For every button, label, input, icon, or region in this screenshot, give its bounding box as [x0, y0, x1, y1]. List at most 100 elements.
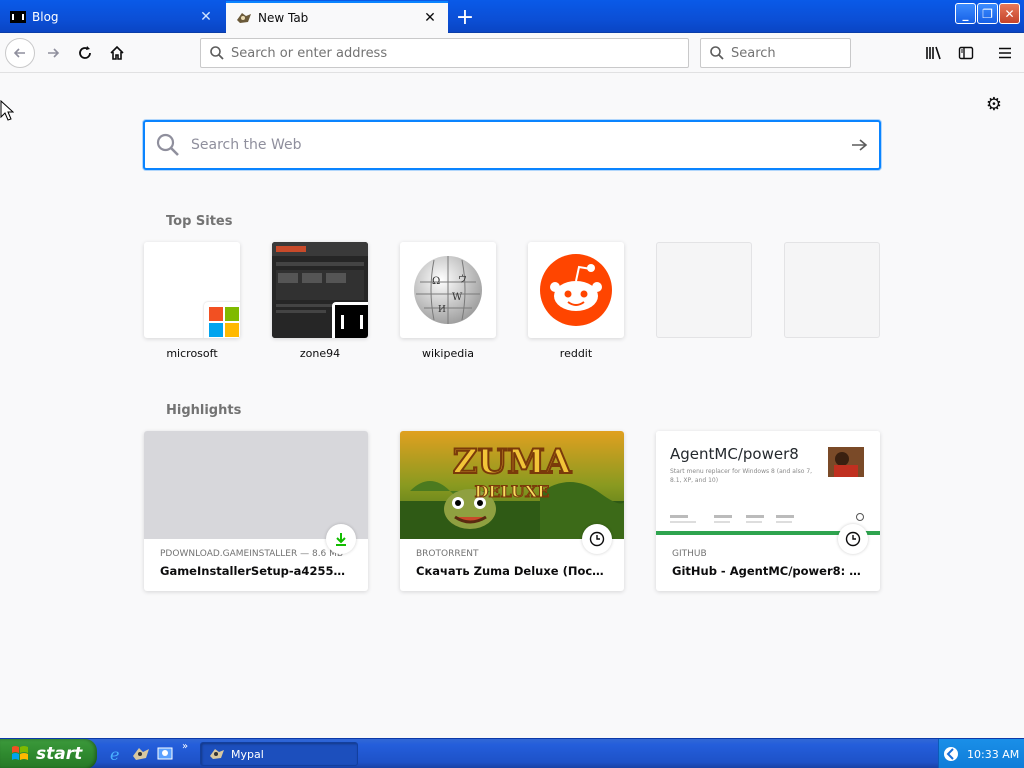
highlight-card-zuma[interactable]: ZUMA DELUXE BROTORRENT Скачать Zuma Delu… [400, 431, 624, 591]
forward-button[interactable] [38, 38, 68, 68]
reload-icon [79, 46, 91, 59]
search-input[interactable] [731, 45, 850, 61]
highlights-heading: Highlights [166, 403, 242, 418]
start-label: start [36, 744, 83, 764]
top-site-reddit[interactable]: reddit [528, 242, 624, 360]
settings-gear-icon[interactable]: ⚙ [984, 94, 1004, 115]
site-label: wikipedia [421, 347, 474, 360]
task-label: Mypal [231, 747, 264, 761]
web-search-input[interactable] [191, 137, 839, 153]
card-source: BROTORRENT [416, 549, 479, 559]
web-search-box[interactable] [143, 120, 881, 170]
taskbar: start e » Mypal 10:33 AM [0, 738, 1024, 768]
reload-button[interactable] [70, 38, 100, 68]
empty-site-tile [784, 242, 880, 338]
site-tile[interactable] [528, 242, 624, 338]
site-label: reddit [559, 347, 593, 360]
library-button[interactable] [919, 38, 949, 68]
top-site-zone94[interactable]: zone94 [272, 242, 368, 360]
tab-strip: Blog ✕ New Tab ✕ + _ ❐ ✕ [0, 0, 1024, 33]
card-thumbnail [144, 431, 368, 539]
top-site-wikipedia[interactable]: Ω W И ウ wikipedia [400, 242, 496, 360]
clock: 10:33 AM [967, 747, 1020, 761]
highlight-card-github[interactable]: AgentMC/power8 Start menu replacer for W… [656, 431, 880, 591]
library-icon [926, 46, 941, 60]
search-icon [210, 46, 224, 60]
card-title: GameInstallerSetup-a425585.exe [160, 564, 352, 578]
zuma-logo-subtitle: DELUXE [474, 482, 549, 501]
back-button[interactable] [5, 38, 35, 68]
repo-name: AgentMC/power8 [670, 445, 799, 463]
top-site-empty [656, 242, 752, 347]
zone94-logo-icon [332, 302, 368, 338]
clock-icon [838, 524, 868, 554]
top-site-microsoft[interactable]: microsoft [144, 242, 240, 360]
desktop-icon[interactable] [156, 745, 174, 763]
search-icon [156, 133, 179, 156]
highlight-card-download[interactable]: PDOWNLOAD.GAMEINSTALLER — 8.6 MB GameIns… [144, 431, 368, 591]
card-title: Скачать Zuma Deluxe (Последн... [416, 564, 608, 578]
quick-launch-overflow-icon[interactable]: » [182, 741, 188, 752]
tab-close-icon[interactable]: ✕ [422, 10, 438, 26]
back-arrow-icon [13, 48, 25, 58]
hamburger-menu-icon [999, 47, 1011, 59]
wikipedia-globe-icon: Ω W И ウ [414, 256, 482, 324]
forward-arrow-icon [48, 48, 60, 58]
svg-text:ウ: ウ [458, 274, 467, 285]
site-tile[interactable] [144, 242, 240, 338]
svg-text:И: И [438, 305, 446, 315]
mypal-launch-icon[interactable] [132, 745, 150, 763]
home-button[interactable] [102, 38, 132, 68]
start-button[interactable]: start [0, 739, 97, 768]
site-label: microsoft [166, 347, 218, 360]
mypal-task-icon [210, 749, 224, 759]
address-bar[interactable] [200, 38, 689, 68]
zuma-logo-title: ZUMA [453, 442, 572, 482]
tab-blog[interactable]: Blog ✕ [0, 1, 224, 33]
system-tray: 10:33 AM [938, 739, 1024, 768]
repo-description: Start menu replacer for Windows 8 (and a… [670, 468, 813, 484]
internet-explorer-icon[interactable]: e [108, 745, 126, 763]
github-thumbnail-image: AgentMC/power8 Start menu replacer for W… [656, 431, 880, 539]
taskbar-item-mypal[interactable]: Mypal [200, 742, 358, 766]
reddit-alien-icon [540, 254, 612, 326]
tray-app-icon[interactable] [943, 746, 959, 762]
search-bar[interactable] [700, 38, 851, 68]
repo-avatar [828, 447, 864, 477]
arrow-right-icon [852, 139, 868, 151]
card-title: GitHub - AgentMC/power8: Star... [672, 564, 864, 578]
empty-site-tile [656, 242, 752, 338]
download-icon [326, 524, 356, 554]
home-icon [110, 45, 124, 60]
sidebar-button[interactable] [951, 38, 981, 68]
site-tile[interactable] [272, 242, 368, 338]
search-submit-button[interactable] [839, 125, 879, 165]
quick-launch: e [108, 745, 174, 763]
clock-icon [582, 524, 612, 554]
windows-flag-icon [12, 746, 28, 760]
site-tile[interactable]: Ω W И ウ [400, 242, 496, 338]
menu-button[interactable] [990, 38, 1020, 68]
svg-text:Ω: Ω [432, 276, 440, 287]
mouse-cursor-icon [0, 100, 14, 121]
new-tab-button[interactable]: + [452, 4, 478, 30]
minimize-button[interactable]: _ [955, 3, 976, 24]
address-input[interactable] [231, 45, 688, 61]
site-label: zone94 [299, 347, 341, 360]
sidebar-icon [958, 46, 974, 60]
zuma-thumbnail-image: ZUMA DELUXE [400, 431, 624, 539]
svg-text:e: e [110, 745, 119, 763]
blog-favicon-icon [10, 10, 26, 24]
close-window-button[interactable]: ✕ [999, 3, 1020, 24]
search-icon [710, 46, 724, 60]
navigation-toolbar [0, 33, 1024, 73]
new-tab-page: ⚙ Top Sites microsoft [0, 74, 1024, 738]
tab-new-tab[interactable]: New Tab ✕ [226, 1, 448, 33]
top-sites-heading: Top Sites [166, 214, 233, 229]
maximize-button[interactable]: ❐ [977, 3, 998, 24]
card-source: PDOWNLOAD.GAMEINSTALLER — 8.6 MB [160, 549, 344, 559]
svg-text:W: W [452, 292, 463, 303]
tab-close-icon[interactable]: ✕ [198, 9, 214, 25]
card-source: GITHUB [672, 549, 707, 559]
microsoft-logo-icon [204, 302, 240, 338]
